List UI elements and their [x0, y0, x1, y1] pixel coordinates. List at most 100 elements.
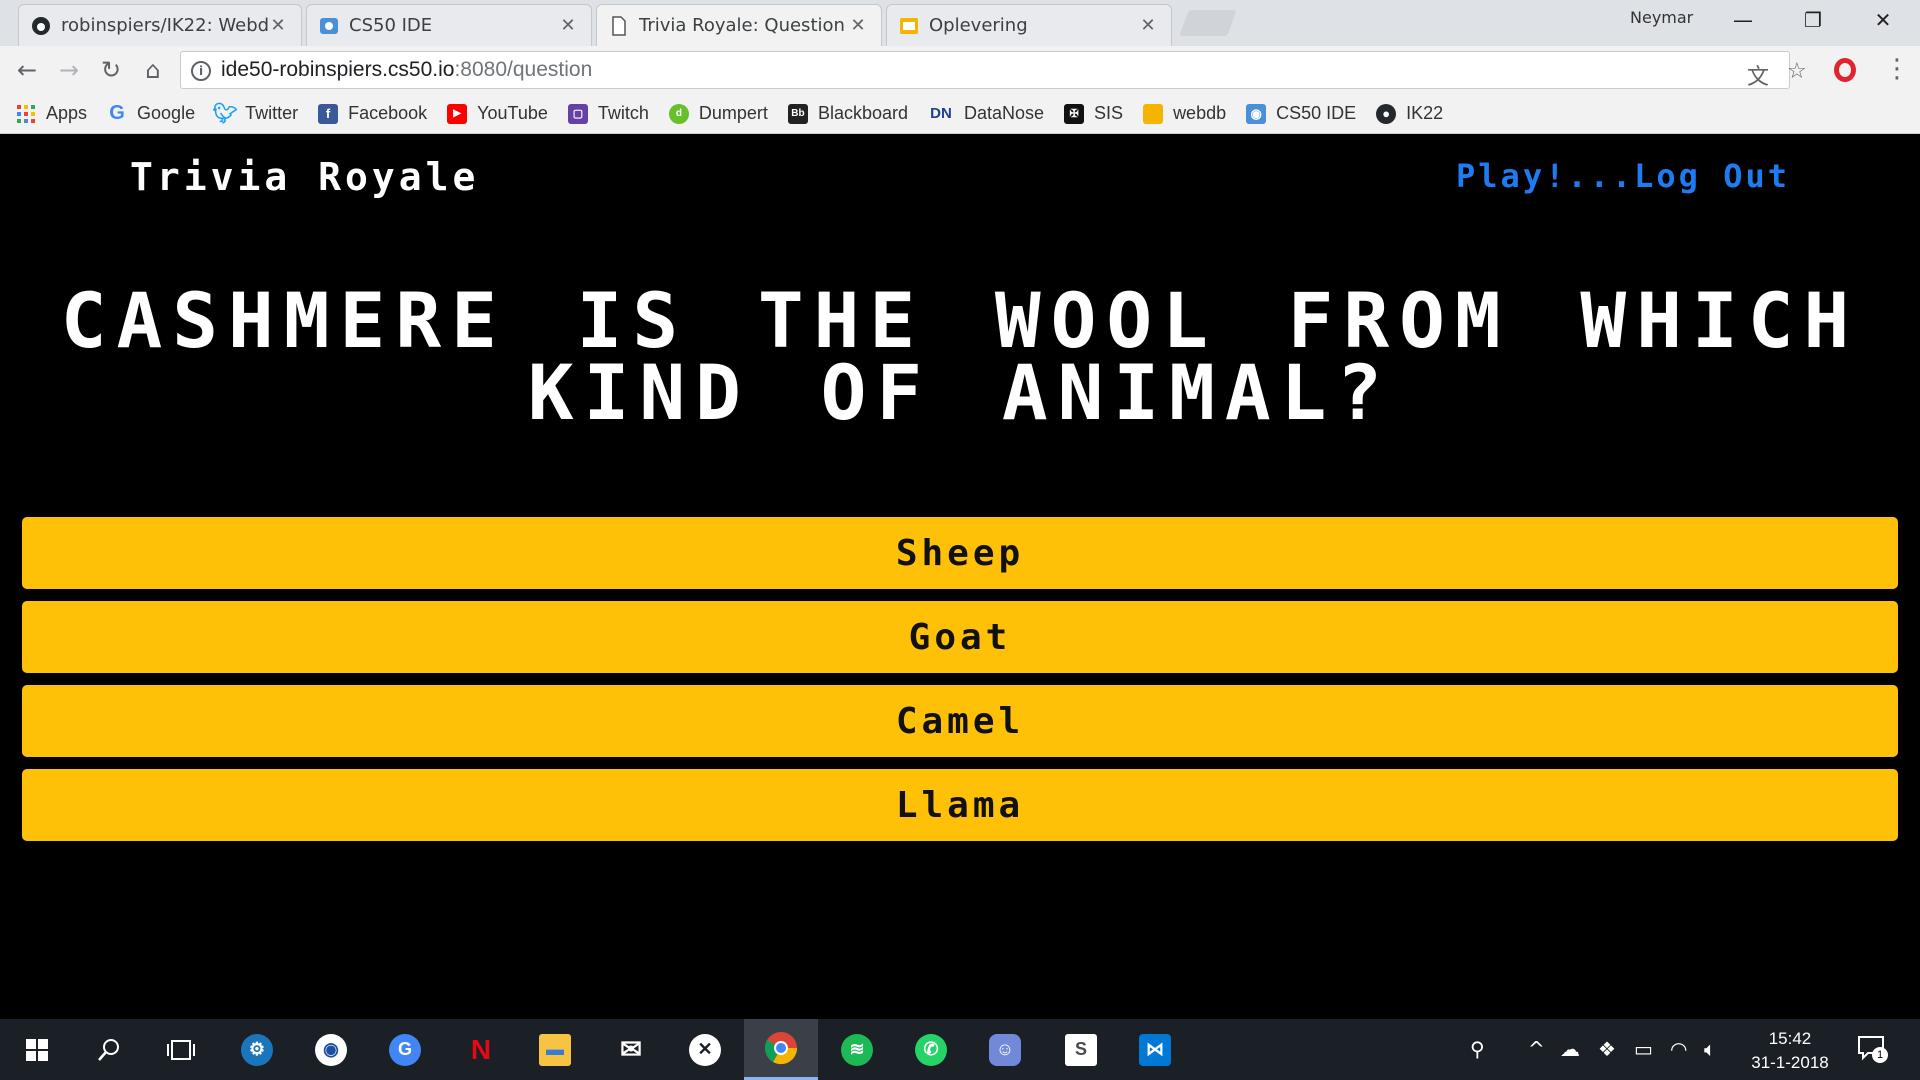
brand-title[interactable]: Trivia Royale	[130, 155, 479, 199]
top-nav: Play!...Log Out	[1456, 157, 1790, 195]
answer-button-2[interactable]: Goat	[22, 601, 1898, 673]
menu-icon[interactable]: ⋮	[1884, 54, 1910, 84]
xbox-icon[interactable]: ✕	[668, 1019, 742, 1080]
home-icon[interactable]: ⌂	[138, 55, 168, 85]
bookmark-label: CS50 IDE	[1276, 103, 1357, 123]
close-icon[interactable]: ✕	[1139, 15, 1157, 36]
chrome-icon[interactable]	[744, 1019, 818, 1080]
battery-icon[interactable]: ▭	[1634, 1037, 1653, 1061]
bookmark-twitter[interactable]: 🐦︎ Twitter	[212, 103, 298, 125]
trivia-page: Trivia Royale Play!...Log Out Cashmere i…	[0, 135, 1920, 1019]
bookmark-youtube[interactable]: ▶ YouTube	[447, 103, 548, 124]
bookmark-label: Apps	[46, 103, 88, 123]
people-icon[interactable]: ⚲	[1470, 1037, 1485, 1061]
tab-github[interactable]: robinspiers/IK22: Webdb ✕	[18, 4, 302, 46]
bookmark-label: DataNose	[964, 103, 1045, 123]
netflix-icon[interactable]: N	[444, 1019, 518, 1080]
bookmark-datanose[interactable]: DN DataNose	[928, 103, 1044, 124]
window-close-icon[interactable]: ✕	[1852, 0, 1914, 40]
bookmark-label: webdb	[1173, 103, 1227, 123]
bookmark-facebook[interactable]: f Facebook	[318, 103, 427, 124]
opera-extension-icon[interactable]	[1834, 58, 1856, 82]
close-icon[interactable]: ✕	[849, 15, 867, 36]
answer-button-3[interactable]: Camel	[22, 685, 1898, 757]
whatsapp-icon[interactable]: ✆	[894, 1019, 968, 1080]
onedrive-icon[interactable]: ☁	[1560, 1037, 1580, 1061]
restore-icon[interactable]: ❐	[1782, 0, 1844, 40]
bookmarks-bar: Apps G Google 🐦︎ Twitter f Facebook ▶ Yo…	[0, 94, 1920, 134]
blackboard-icon: Bb	[787, 103, 808, 124]
bookmark-ik22[interactable]: ● IK22	[1376, 103, 1443, 124]
close-icon[interactable]: ✕	[269, 15, 287, 36]
play-link[interactable]: Play!	[1456, 157, 1567, 195]
back-arrow-icon[interactable]: ←	[12, 55, 42, 85]
bookmark-apps[interactable]: Apps	[16, 103, 87, 124]
twitch-icon: ▢	[567, 103, 588, 124]
bookmark-webdb[interactable]: webdb	[1143, 103, 1226, 124]
steam-icon[interactable]: ⚙	[220, 1019, 294, 1080]
google-icon: G	[109, 102, 125, 124]
forward-arrow-icon[interactable]: →	[54, 55, 84, 85]
tab-trivia-question[interactable]: Trivia Royale: Question ✕	[596, 4, 882, 46]
profile-name[interactable]: Neymar	[1630, 8, 1693, 27]
dropbox-icon[interactable]: ❖	[1598, 1037, 1616, 1061]
logout-link[interactable]: Log Out	[1634, 157, 1790, 195]
file-explorer-icon[interactable]: ▬	[518, 1019, 592, 1080]
search-icon[interactable]	[72, 1019, 146, 1080]
question-text: Cashmere is the wool from which kind of …	[60, 276, 1860, 437]
spotify-icon[interactable]: ≋	[820, 1019, 894, 1080]
apps-grid-icon	[16, 104, 36, 124]
translate-icon[interactable]: 文	[1747, 59, 1769, 91]
task-view-icon[interactable]	[144, 1019, 218, 1080]
windows-taskbar: ⚙ ◉ G N ▬ ✉ ✕ ≋ ✆ ☺ S ⋈ ⚲ ^ ☁ ❖ ▭ ◠ 🔈︎ 1…	[0, 1019, 1920, 1080]
clock-date: 31-1-2018	[1751, 1053, 1829, 1072]
answer-list: Sheep Goat Camel Llama	[22, 517, 1898, 853]
notification-badge: 1	[1872, 1047, 1888, 1063]
bookmark-cs50-ide[interactable]: ◉ CS50 IDE	[1246, 103, 1356, 124]
clock-time: 15:42	[1768, 1029, 1812, 1048]
bookmark-label: SIS	[1094, 103, 1124, 123]
webdb-icon	[1143, 103, 1164, 124]
url-text[interactable]: ide50-robinspiers.cs50.io:8080/question	[221, 58, 592, 82]
github-icon: ●	[1376, 103, 1397, 124]
bookmark-blackboard[interactable]: Bb Blackboard	[787, 103, 908, 124]
answer-button-1[interactable]: Sheep	[22, 517, 1898, 589]
sublime-text-icon[interactable]: S	[1044, 1019, 1118, 1080]
close-icon[interactable]: ✕	[559, 15, 577, 36]
page-icon	[609, 15, 629, 36]
bookmark-twitch[interactable]: ▢ Twitch	[567, 103, 649, 124]
site-info-icon[interactable]: i	[191, 61, 211, 81]
bookmark-label: Twitch	[597, 103, 649, 123]
bookmark-google[interactable]: G Google	[107, 102, 195, 124]
slides-icon	[899, 16, 919, 36]
discord-icon[interactable]: ☺	[968, 1019, 1042, 1080]
volume-muted-icon[interactable]: 🔈︎	[1704, 1037, 1716, 1061]
minimize-icon[interactable]: —	[1712, 0, 1774, 40]
tab-oplevering[interactable]: Oplevering ✕	[886, 4, 1172, 46]
tab-strip: robinspiers/IK22: Webdb ✕ CS50 IDE ✕ Tri…	[0, 0, 1920, 46]
bookmark-label: IK22	[1406, 103, 1444, 123]
tab-cs50-ide[interactable]: CS50 IDE ✕	[306, 4, 592, 46]
twitter-icon: 🐦︎	[212, 103, 238, 125]
new-tab-button[interactable]	[1179, 10, 1237, 36]
bookmark-dumpert[interactable]: d Dumpert	[668, 103, 768, 124]
wifi-icon[interactable]: ◠	[1670, 1037, 1687, 1061]
vscode-icon[interactable]: ⋈	[1118, 1019, 1192, 1080]
answer-button-4[interactable]: Llama	[22, 769, 1898, 841]
datanose-icon: DN	[930, 105, 952, 122]
bookmark-label: Dumpert	[698, 103, 768, 123]
reload-icon[interactable]: ↻	[96, 55, 126, 85]
address-bar[interactable]: i ide50-robinspiers.cs50.io:8080/questio…	[180, 51, 1807, 91]
app-icon[interactable]: ◉	[294, 1019, 368, 1080]
tab-title: robinspiers/IK22: Webdb	[61, 15, 269, 36]
bookmark-sis[interactable]: ✠ SIS	[1064, 103, 1123, 124]
google-icon[interactable]: G	[368, 1019, 442, 1080]
action-center-icon[interactable]: 1	[1856, 1033, 1888, 1063]
bookmark-label: Facebook	[348, 103, 428, 123]
mail-icon[interactable]: ✉	[594, 1019, 668, 1080]
clock[interactable]: 15:42 31-1-2018	[1730, 1027, 1850, 1075]
bookmark-label: Blackboard	[817, 103, 908, 123]
bookmark-star-icon[interactable]: ☆	[1787, 59, 1807, 84]
chevron-up-icon[interactable]: ^	[1528, 1037, 1545, 1061]
windows-start-icon[interactable]	[0, 1019, 74, 1080]
